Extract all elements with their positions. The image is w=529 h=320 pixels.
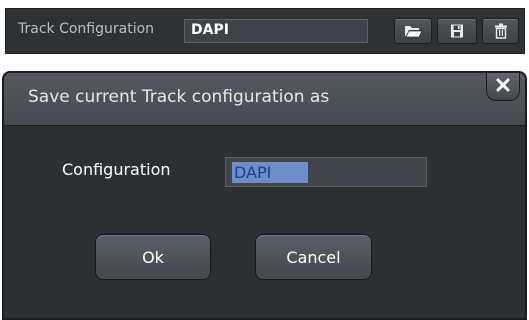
save-configuration-button[interactable]: [437, 18, 477, 44]
close-icon: [496, 77, 510, 96]
open-folder-icon: [403, 23, 423, 39]
save-configuration-dialog: Save current Track configuration as Conf…: [2, 71, 527, 320]
close-button[interactable]: [486, 73, 520, 101]
page: Track Configuration DAPI Save current Tr…: [0, 0, 529, 320]
cancel-button[interactable]: Cancel: [255, 234, 372, 280]
configuration-name-input[interactable]: DAPI: [225, 157, 427, 187]
configuration-name-value: DAPI: [232, 162, 308, 183]
ok-button[interactable]: Ok: [95, 234, 211, 280]
save-disk-icon: [449, 23, 465, 39]
dialog-titlebar[interactable]: Save current Track configuration as: [4, 73, 525, 126]
track-configuration-toolbar: Track Configuration DAPI: [5, 8, 525, 54]
trash-icon: [494, 23, 508, 39]
open-configuration-button[interactable]: [394, 18, 432, 44]
track-configuration-input[interactable]: DAPI: [184, 19, 368, 43]
dialog-title: Save current Track configuration as: [28, 87, 330, 107]
delete-configuration-button[interactable]: [482, 18, 519, 44]
track-configuration-label: Track Configuration: [18, 21, 155, 37]
configuration-label: Configuration: [62, 160, 171, 179]
